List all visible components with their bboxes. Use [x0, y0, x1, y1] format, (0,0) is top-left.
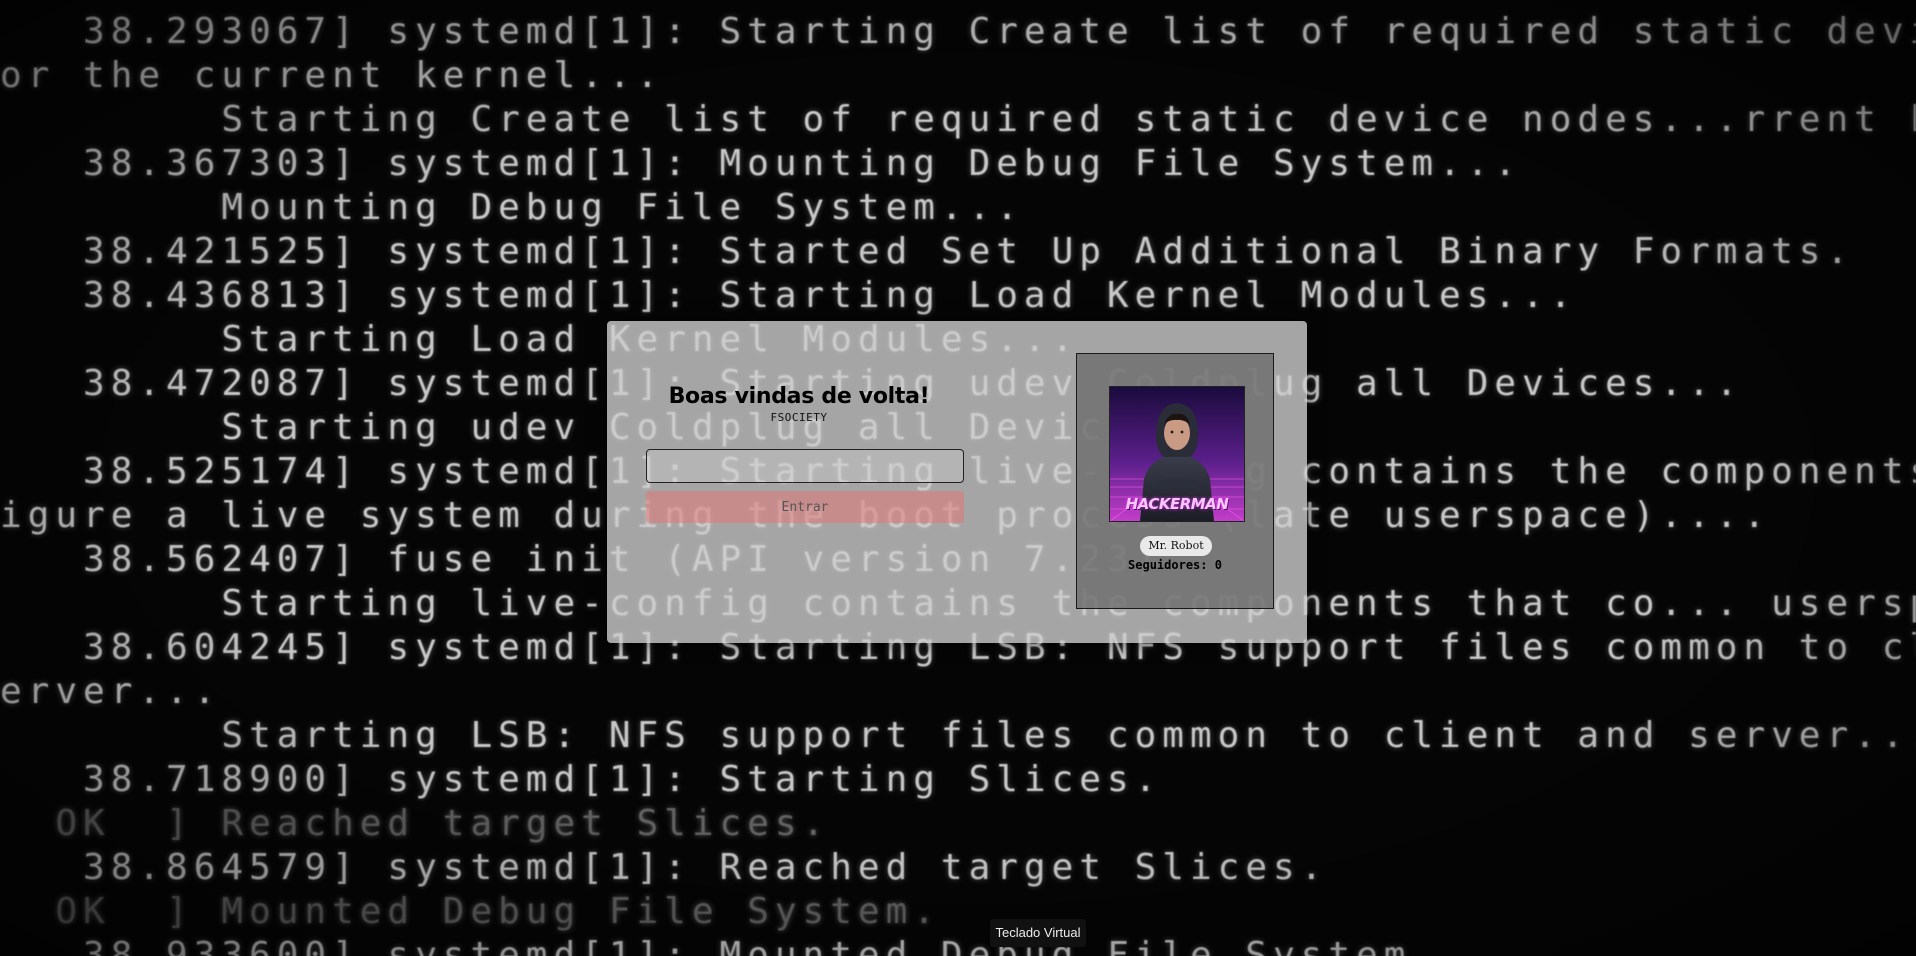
avatar: HACKERMAN — [1109, 386, 1245, 522]
boot-log-line: 38.864579] systemd[1]: Reached target Sl… — [0, 847, 1329, 888]
boot-log-line: 38.367303] systemd[1]: Mounting Debug Fi… — [0, 143, 1523, 184]
welcome-subtitle: FSOCIETY — [770, 411, 828, 424]
desktop-screen: 38.293067] systemd[1]: Starting Create l… — [0, 0, 1916, 956]
password-input[interactable] — [646, 449, 964, 483]
username-badge[interactable]: Mr. Robot — [1140, 536, 1212, 556]
boot-log-line: Starting Create list of required static … — [221, 99, 1916, 140]
avatar-caption: HACKERMAN — [1125, 495, 1229, 513]
boot-log-line: 38.933600] systemd[1]: Mounted Debug Fil… — [0, 935, 1440, 956]
boot-log-line: OK ] Reached target Slices. — [0, 803, 831, 844]
boot-log-line: 38.436813] systemd[1]: Starting Load Ker… — [0, 275, 1578, 316]
virtual-keyboard-button[interactable]: Teclado Virtual — [990, 919, 1086, 947]
boot-log-line: 38.293067] systemd[1]: Starting Create l… — [83, 11, 1916, 52]
boot-log-line: 38.718900] systemd[1]: Starting Slices. — [0, 759, 1163, 800]
boot-log-line: Starting LSB: NFS support files common t… — [0, 715, 1916, 756]
welcome-title: Boas vindas de volta! — [668, 384, 930, 409]
profile-card: HACKERMAN Mr. Robot Seguidores: 0 — [1076, 353, 1274, 609]
enter-button[interactable]: Entrar — [646, 491, 964, 523]
followers-count: Seguidores: 0 — [1128, 558, 1222, 572]
boot-log-line: Mounting Debug File System... — [0, 187, 1024, 228]
boot-log-line: or the current kernel... — [0, 55, 665, 96]
boot-log-line: OK ] Mounted Debug File System. — [0, 891, 941, 932]
boot-log-line: erver... — [0, 671, 222, 712]
login-modal: Boas vindas de volta! FSOCIETY Entrar HA… — [607, 321, 1307, 643]
boot-log-line: 38.421525] systemd[1]: Started Set Up Ad… — [0, 231, 1855, 272]
login-form: Boas vindas de volta! FSOCIETY Entrar — [639, 383, 964, 523]
